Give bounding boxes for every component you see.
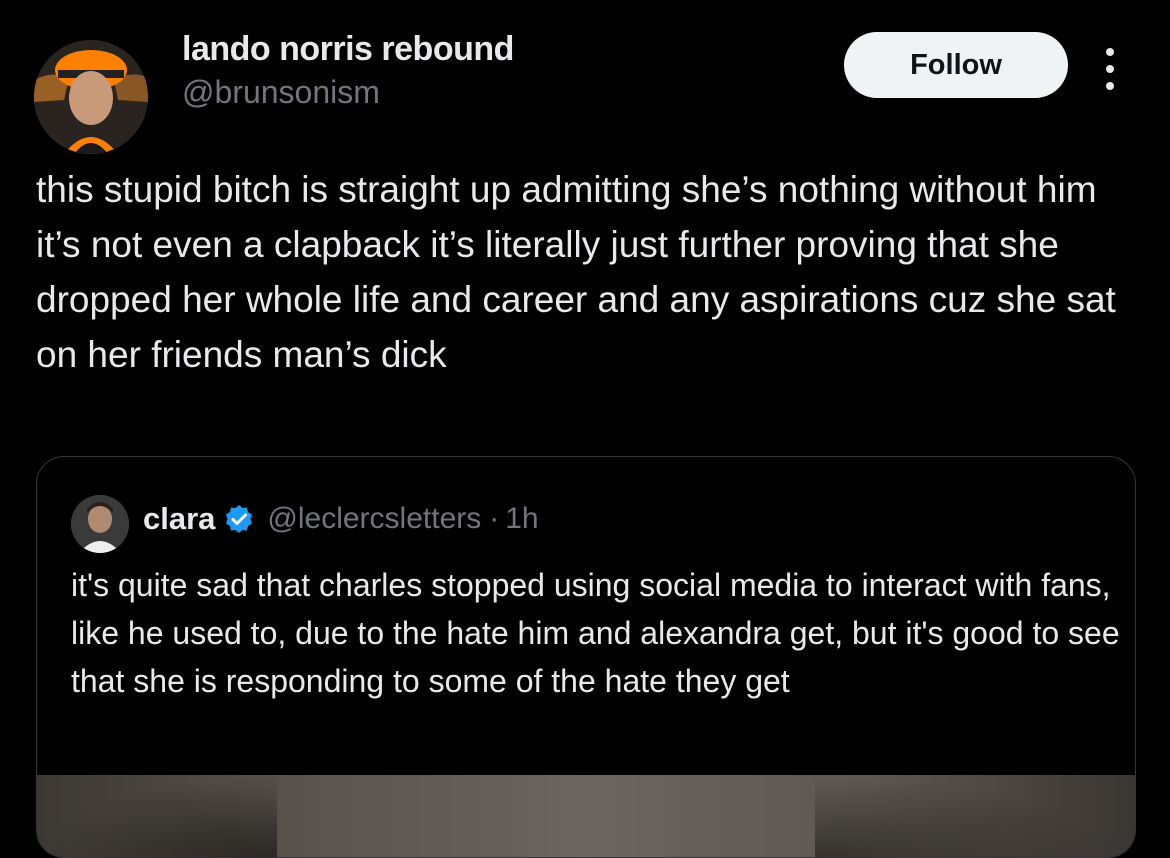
tweet-text: this stupid bitch is straight up admitti… <box>36 169 1127 375</box>
quote-separator: · <box>489 502 500 535</box>
quote-timestamp[interactable]: 1h <box>505 502 538 536</box>
quote-avatar-icon <box>71 495 129 553</box>
quote-tweet-card[interactable]: clara @leclercsletters · 1h it's quite s… <box>36 456 1136 858</box>
quote-author-name[interactable]: clara <box>143 501 215 537</box>
tweet-header: lando norris rebound @brunsonism Follow <box>34 26 1144 154</box>
author-avatar[interactable] <box>34 40 148 154</box>
avatar-icon <box>34 40 148 154</box>
tweet: lando norris rebound @brunsonism Follow … <box>0 0 1170 858</box>
more-vertical-icon[interactable] <box>1100 46 1120 92</box>
quote-header: clara @leclercsletters · 1h <box>143 497 539 541</box>
quote-author-avatar[interactable] <box>71 495 129 553</box>
quote-author-handle[interactable]: @leclercsletters <box>267 502 481 536</box>
quote-media-image[interactable] <box>37 775 1135 857</box>
author-handle[interactable]: @brunsonism <box>182 72 514 112</box>
author-names: lando norris rebound @brunsonism <box>182 26 514 112</box>
media-shade-right <box>815 775 1135 857</box>
author-display-name[interactable]: lando norris rebound <box>182 26 514 72</box>
quote-text: it's quite sad that charles stopped usin… <box>71 567 1120 699</box>
follow-button[interactable]: Follow <box>844 32 1068 98</box>
media-shade-left <box>37 775 277 857</box>
verified-badge-icon <box>226 505 253 533</box>
